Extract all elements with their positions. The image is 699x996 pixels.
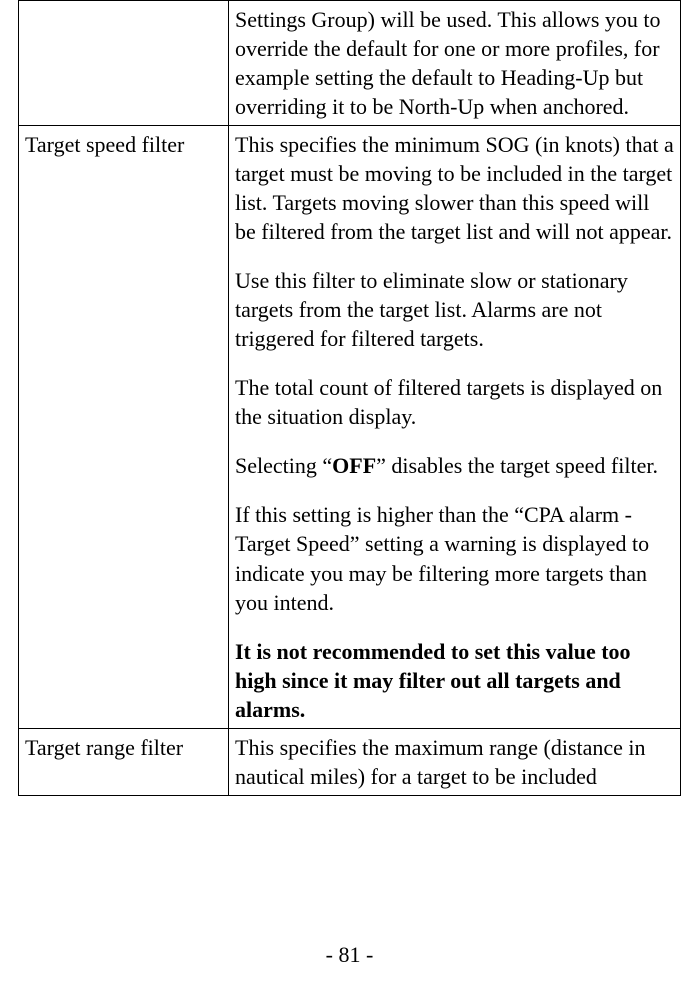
page-number: - 81 - [0,942,699,968]
setting-label-cell: Target speed filter [19,126,229,729]
page-content: Settings Group) will be used. This allow… [0,0,699,796]
table-row: Target speed filter This specifies the m… [19,126,681,729]
paragraph: This specifies the minimum SOG (in knots… [235,130,674,246]
table-row: Settings Group) will be used. This allow… [19,1,681,126]
paragraph: The total count of filtered targets is d… [235,373,674,431]
setting-label-cell [19,1,229,126]
setting-label-cell: Target range filter [19,728,229,795]
settings-table: Settings Group) will be used. This allow… [18,0,681,796]
setting-label: Target speed filter [25,132,184,157]
paragraph: This specifies the maximum range (distan… [235,733,674,791]
paragraph: It is not recommended to set this value … [235,637,674,724]
paragraph: If this setting is higher than the “CPA … [235,500,674,616]
table-row: Target range filter This specifies the m… [19,728,681,795]
setting-desc-cell: This specifies the maximum range (distan… [229,728,681,795]
setting-desc-cell: Settings Group) will be used. This allow… [229,1,681,126]
setting-desc-cell: This specifies the minimum SOG (in knots… [229,126,681,729]
paragraph: Settings Group) will be used. This allow… [235,5,674,121]
paragraph: Selecting “OFF” disables the target spee… [235,451,674,480]
setting-label: Target range filter [25,735,183,760]
paragraph: Use this filter to eliminate slow or sta… [235,266,674,353]
